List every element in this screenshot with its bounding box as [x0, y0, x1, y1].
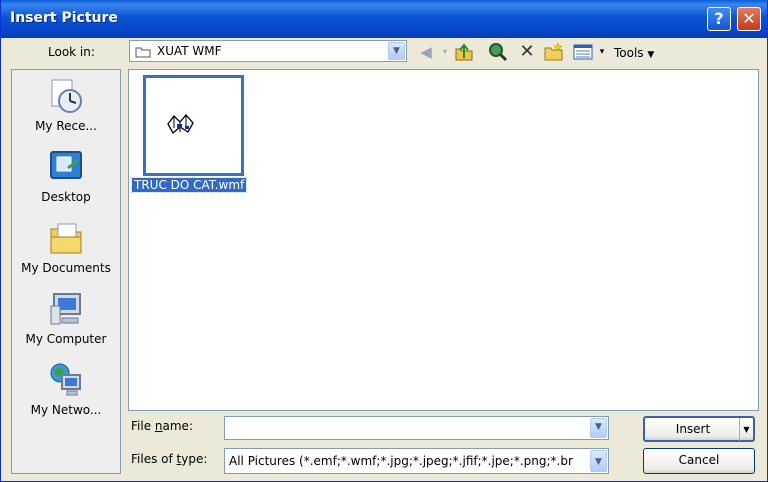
help-button[interactable]: ?	[707, 7, 731, 31]
delete-icon[interactable]: ✕	[516, 41, 538, 63]
search-web-icon[interactable]	[487, 41, 509, 63]
place-my-network[interactable]: My Netwo...	[12, 359, 120, 427]
files-of-type-label: Files of type:	[131, 452, 208, 466]
look-in-value: XUAT WMF	[157, 44, 222, 58]
look-in-dropdown[interactable]: XUAT WMF ▼	[129, 40, 407, 62]
desktop-icon	[50, 151, 82, 179]
back-dropdown-icon[interactable]: ▾	[441, 41, 449, 63]
views-icon[interactable]	[572, 41, 594, 63]
folder-icon	[135, 47, 151, 58]
place-my-documents[interactable]: My Documents	[12, 217, 120, 285]
chevron-down-icon[interactable]: ▼	[590, 418, 607, 438]
look-in-label: Look in:	[48, 45, 95, 59]
up-one-level-icon[interactable]	[453, 41, 475, 63]
new-folder-icon[interactable]	[543, 41, 565, 63]
window-title: Insert Picture	[10, 10, 118, 26]
close-button[interactable]: ✕	[737, 7, 761, 31]
tools-menu[interactable]: Tools ▼	[614, 46, 654, 60]
my-network-icon	[50, 363, 81, 396]
place-label: My Documents	[21, 261, 111, 275]
files-of-type-value: All Pictures (*.emf;*.wmf;*.jpg;*.jpeg;*…	[229, 454, 573, 468]
wmf-preview-icon	[167, 114, 194, 135]
tools-dropdown-icon: ▼	[647, 50, 655, 60]
title-bar[interactable]: Insert Picture ? ✕	[1, 0, 767, 38]
place-my-recent-documents[interactable]: My Rece...	[12, 75, 120, 143]
chevron-down-icon[interactable]: ▼	[590, 450, 607, 472]
files-of-type-dropdown[interactable]: All Pictures (*.emf;*.wmf;*.jpg;*.jpeg;*…	[224, 448, 609, 474]
file-list[interactable]: TRUC DO CAT.wmf	[128, 69, 759, 411]
chevron-down-icon[interactable]: ▼	[388, 42, 405, 60]
places-bar: My Rece... Desktop My Documents My Compu…	[11, 69, 121, 474]
recent-documents-icon	[51, 79, 82, 113]
insert-label: Insert	[675, 422, 711, 436]
place-my-computer[interactable]: My Computer	[12, 288, 120, 356]
insert-picture-dialog: Insert Picture ? ✕ Look in: XUAT WMF ▼ ◀…	[0, 0, 768, 482]
place-desktop[interactable]: Desktop	[12, 146, 120, 214]
insert-button[interactable]: Insert ▼	[643, 416, 755, 442]
back-icon[interactable]: ◀	[415, 41, 437, 63]
cancel-button[interactable]: Cancel	[643, 448, 755, 474]
cancel-label: Cancel	[678, 453, 720, 467]
insert-dropdown-icon[interactable]: ▼	[739, 418, 753, 441]
place-label: My Rece...	[35, 119, 97, 133]
place-label: Desktop	[41, 190, 91, 204]
my-computer-icon	[50, 293, 81, 325]
views-dropdown-icon[interactable]: ▾	[598, 41, 606, 63]
place-label: My Computer	[25, 332, 107, 346]
place-label: My Netwo...	[30, 403, 102, 417]
file-name-input[interactable]: ▼	[224, 416, 609, 440]
file-thumbnail[interactable]	[143, 75, 244, 176]
tools-label: Tools	[614, 46, 644, 60]
file-name-label: File name:	[131, 419, 193, 433]
file-name[interactable]: TRUC DO CAT.wmf	[130, 177, 248, 193]
my-documents-icon	[50, 223, 82, 254]
